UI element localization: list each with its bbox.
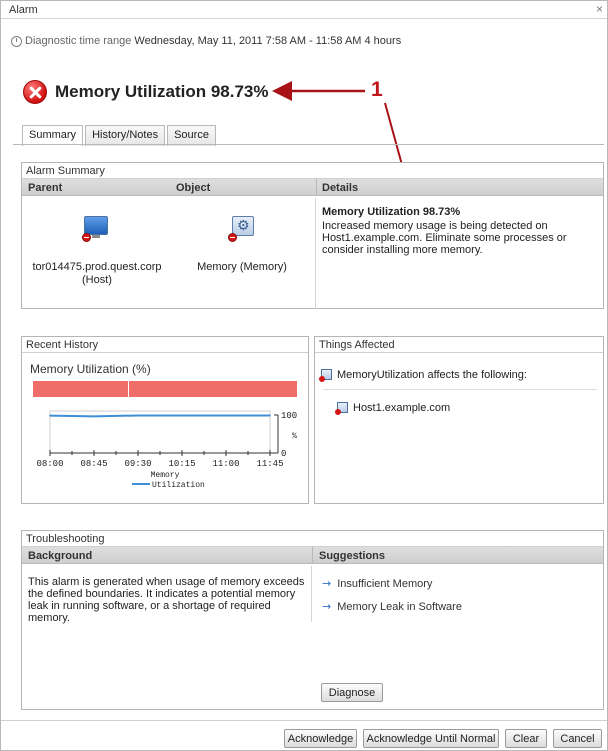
troubleshooting-title: Troubleshooting [22,531,603,547]
recent-history-panel: Recent History Memory Utilization (%) 01… [21,336,309,504]
parent-column-header: Parent [28,182,63,194]
tab-bar: Summary History/Notes Source [22,125,216,146]
host-icon [335,401,349,415]
y-tick-label: 100 [281,411,297,421]
recent-history-title: Recent History [22,337,308,353]
chart-plot-area [49,410,271,454]
affected-summary: MemoryUtilization affects the following: [319,368,527,382]
tab-divider [13,144,604,145]
affected-item[interactable]: Host1.example.com [335,401,450,415]
object-column-header: Object [176,182,211,194]
x-tick-label: 11:45 [256,459,283,469]
details-text: Increased memory usage is being detected… [322,220,567,256]
x-axis-label: Memory [151,471,180,480]
legend-label: Utilization [152,481,205,490]
alarm-summary-columns: Parent Object Details [22,179,603,196]
window-title: Alarm [9,4,38,16]
utilization-chart: 0 100% 08:00 08:45 09:30 10:15 11:00 11:45 Memor… [36,410,297,490]
y-tick-label: 0 [281,449,286,459]
affected-divider [323,389,597,390]
time-range-label: Diagnostic time range [25,35,132,47]
things-affected-panel: Things Affected MemoryUtilization affect… [314,336,604,504]
tab-summary[interactable]: Summary [22,125,84,146]
suggestion-label: Insufficient Memory [337,577,433,590]
alarm-summary-panel: Alarm Summary Parent Object Details tor0… [21,162,604,309]
title-bar: Alarm × [1,1,607,19]
time-range-value[interactable]: Wednesday, May 11, 2011 7:58 AM - 11:58 … [134,35,401,47]
background-text: This alarm is generated when usage of me… [28,576,305,624]
troubleshooting-columns: Background Suggestions [22,547,603,564]
footer-divider [1,720,607,721]
suggestion-memory-leak[interactable]: → Memory Leak in Software [322,600,462,613]
memory-utilization-icon [319,368,333,382]
history-severity-bar [33,381,297,397]
diagnostic-time-range: Diagnostic time range Wednesday, May 11,… [11,35,401,47]
details-title: Memory Utilization 98.73% [322,206,461,218]
x-tick-label: 08:00 [36,459,63,469]
arrow-right-icon: → [322,577,332,590]
alarm-title: Memory Utilization 98.73% [55,82,269,101]
details-divider [315,198,316,309]
utilization-data-point [93,415,95,418]
parent-host-name: tor014475.prod.quest.corp [32,261,162,273]
parent-host-type: (Host) [82,274,112,286]
details-body: Memory Utilization 98.73% Increased memo… [322,206,592,256]
details-column-header: Details [322,182,359,194]
column-divider [312,547,313,563]
background-column-header: Background [28,550,93,562]
x-tick-label: 09:30 [124,459,151,469]
troubleshooting-divider [311,566,312,622]
utilization-series-line [49,414,270,418]
utilization-data-point [181,414,183,417]
utilization-data-point [269,414,271,417]
y-axis-label: % [292,432,297,441]
suggestions-column-header: Suggestions [319,550,386,562]
acknowledge-until-normal-button[interactable]: Acknowledge Until Normal [363,729,499,748]
tab-history-notes[interactable]: History/Notes [85,125,166,146]
alarm-summary-title: Alarm Summary [22,163,603,179]
clear-button[interactable]: Clear [505,729,547,748]
suggestion-label: Memory Leak in Software [337,600,462,613]
chart-title: Memory Utilization (%) [30,362,151,376]
callout-1: 1 [371,78,383,101]
x-tick-label: 11:00 [212,459,239,469]
troubleshooting-panel: Troubleshooting Background Suggestions T… [21,530,604,710]
utilization-data-point [225,414,227,417]
acknowledge-button[interactable]: Acknowledge [284,729,357,748]
diagnose-button[interactable]: Diagnose [321,683,383,702]
object-memory-name[interactable]: Memory (Memory) [182,261,302,273]
utilization-data-point [137,414,139,417]
tab-source[interactable]: Source [167,125,216,146]
error-icon [23,80,47,104]
clock-icon [11,35,22,47]
arrow-right-icon: → [322,600,332,613]
alarm-header: Memory Utilization 98.73% [23,80,269,104]
utilization-data-point [49,414,51,417]
parent-host[interactable]: tor014475.prod.quest.corp (Host) [22,261,172,287]
suggestion-insufficient-memory[interactable]: → Insufficient Memory [322,577,432,590]
alarm-window: Alarm × Diagnostic time range Wednesday,… [0,0,608,751]
cancel-button[interactable]: Cancel [553,729,602,748]
affected-item-label: Host1.example.com [353,402,451,414]
x-tick-label: 08:45 [80,459,107,469]
affected-summary-text: MemoryUtilization affects the following: [337,369,527,381]
things-affected-title: Things Affected [315,337,603,353]
x-tick-label: 10:15 [168,459,195,469]
column-divider [316,179,317,195]
host-icon[interactable] [82,214,112,242]
memory-icon[interactable] [228,214,258,242]
close-icon[interactable]: × [596,2,603,16]
